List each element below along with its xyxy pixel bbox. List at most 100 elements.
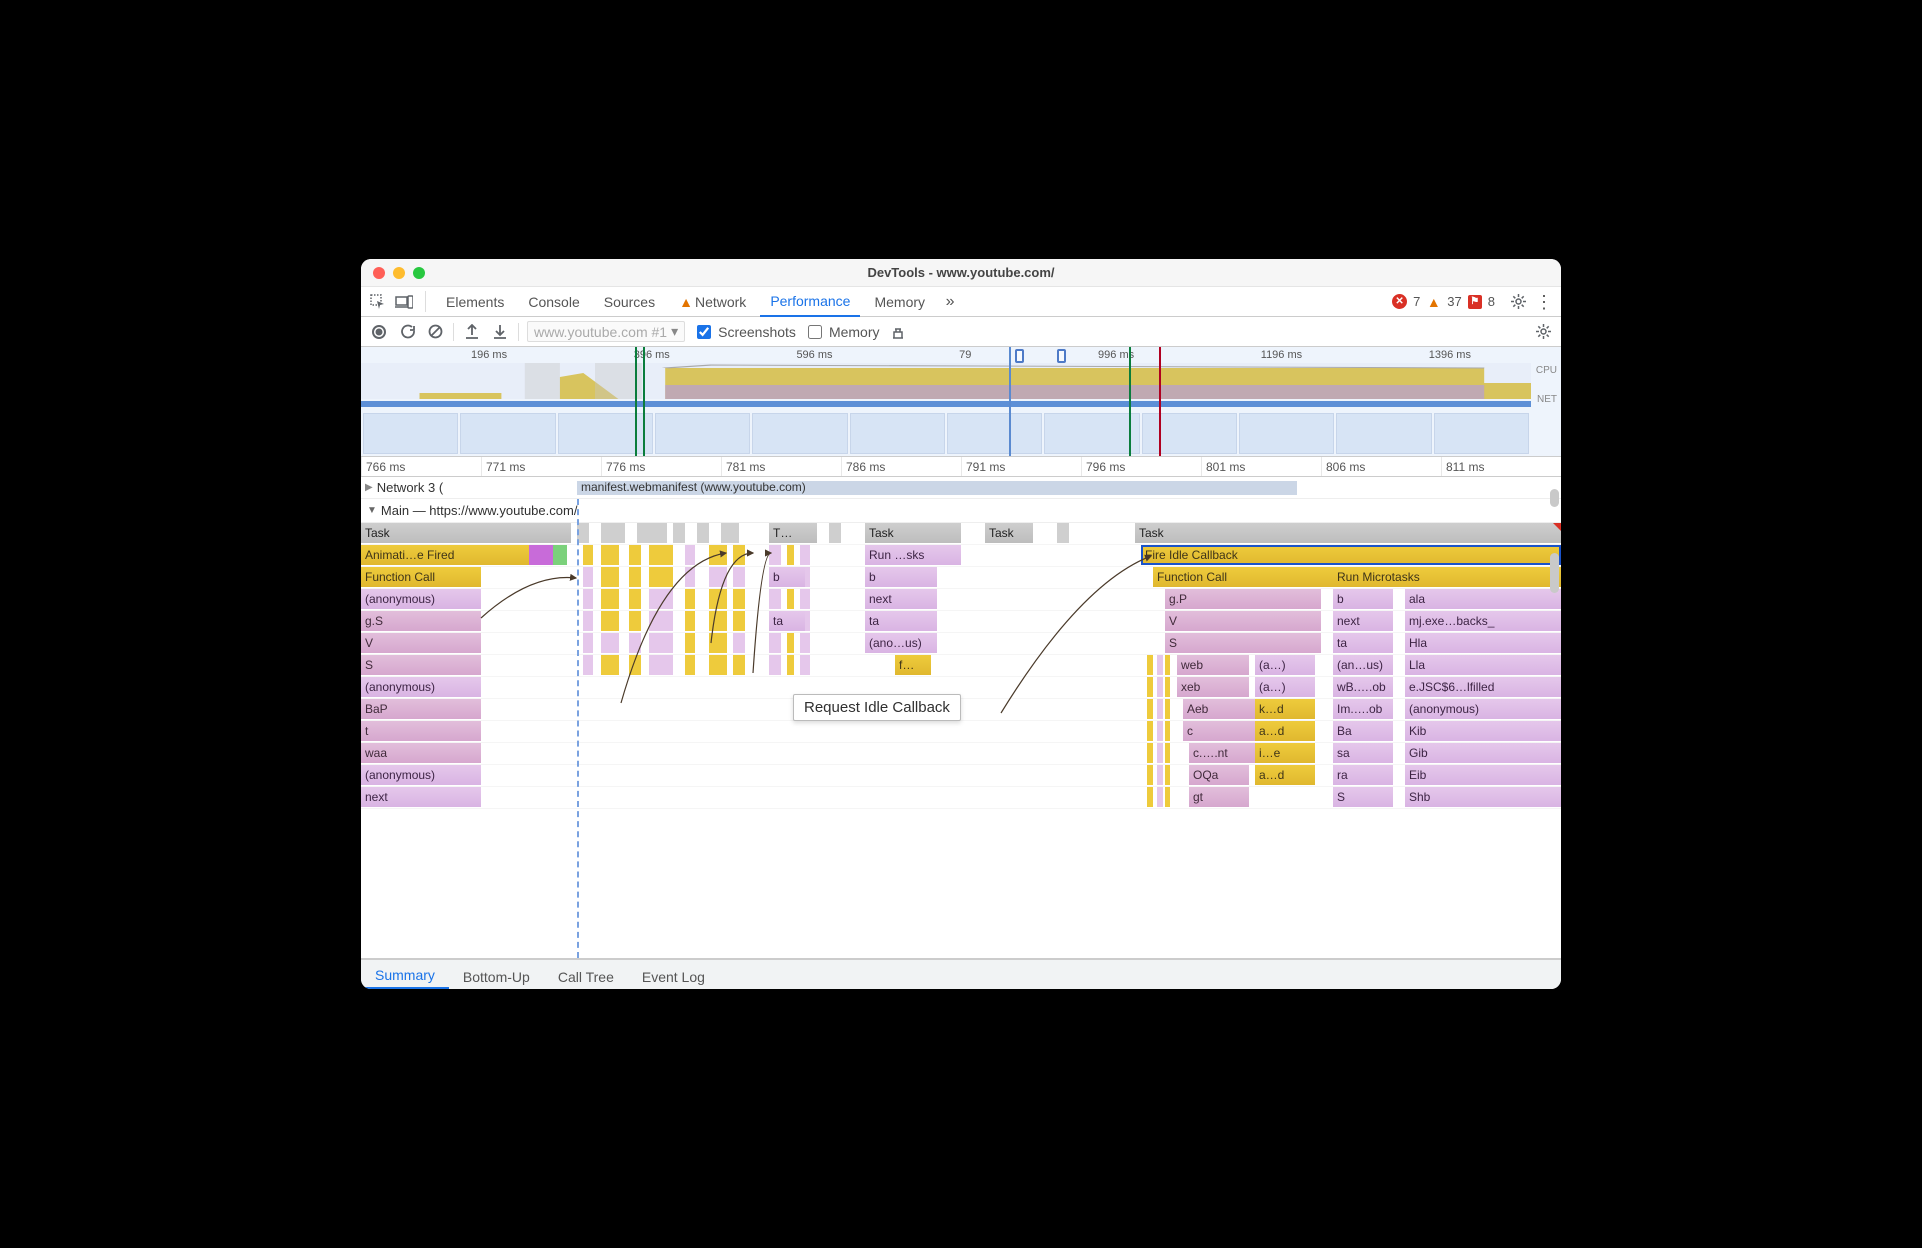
- flame-segment[interactable]: Eib: [1405, 765, 1561, 785]
- network-lane[interactable]: ▶ Network 3 ( manifest.webmanifest (www.…: [361, 477, 1561, 499]
- tab-network[interactable]: ▲ Network: [669, 287, 756, 316]
- flame-segment[interactable]: Lla: [1405, 655, 1561, 675]
- flame-segment[interactable]: c.….nt: [1189, 743, 1261, 763]
- flame-segment[interactable]: ta: [769, 611, 805, 631]
- flame-segment[interactable]: (anonymous): [361, 589, 481, 609]
- flame-segment[interactable]: Function Call: [1153, 567, 1333, 587]
- flame-segment[interactable]: [553, 545, 567, 565]
- inspect-icon[interactable]: [367, 291, 389, 313]
- flame-segment[interactable]: wB.….ob: [1333, 677, 1393, 697]
- flame-segment[interactable]: Ba: [1333, 721, 1393, 741]
- download-icon[interactable]: [490, 322, 510, 342]
- task-bar[interactable]: Task: [361, 523, 571, 543]
- flame-segment[interactable]: b: [1333, 589, 1393, 609]
- overview-timeline[interactable]: 196 ms 396 ms 596 ms 79 996 ms 1196 ms 1…: [361, 347, 1561, 457]
- flame-segment[interactable]: k…d: [1255, 699, 1315, 719]
- flame-segment[interactable]: Animati…e Fired: [361, 545, 529, 565]
- flame-segment[interactable]: (a…): [1255, 655, 1315, 675]
- flame-segment[interactable]: sa: [1333, 743, 1393, 763]
- tab-call-tree[interactable]: Call Tree: [544, 964, 628, 989]
- task-bar[interactable]: Task: [985, 523, 1033, 543]
- minimize-icon[interactable]: [393, 267, 405, 279]
- memory-checkbox[interactable]: Memory: [804, 322, 880, 342]
- flame-segment[interactable]: f…: [895, 655, 931, 675]
- expand-arrow-icon[interactable]: ▶: [365, 482, 373, 493]
- main-flame[interactable]: ▼ Main — https://www.youtube.com/ Task T…: [361, 499, 1561, 959]
- flame-segment[interactable]: (anonymous): [1405, 699, 1561, 719]
- flame-segment[interactable]: Fire Idle Callback: [1141, 545, 1561, 565]
- clear-icon[interactable]: [425, 322, 445, 342]
- range-handle-right[interactable]: [1057, 349, 1066, 363]
- flame-segment[interactable]: xeb: [1177, 677, 1249, 697]
- flame-segment[interactable]: c: [1183, 721, 1255, 741]
- close-icon[interactable]: [373, 267, 385, 279]
- flame-segment[interactable]: (ano…us): [865, 633, 937, 653]
- screenshots-checkbox-input[interactable]: [697, 325, 711, 339]
- flame-segment[interactable]: [529, 545, 553, 565]
- more-tabs-icon[interactable]: »: [939, 291, 961, 313]
- flame-segment[interactable]: S: [361, 655, 481, 675]
- flame-segment[interactable]: Gib: [1405, 743, 1561, 763]
- flame-segment[interactable]: OQa: [1189, 765, 1249, 785]
- flame-segment[interactable]: web: [1177, 655, 1249, 675]
- flame-segment[interactable]: Kib: [1405, 721, 1561, 741]
- panel-settings-icon[interactable]: [1533, 322, 1553, 342]
- flame-segment[interactable]: (anonymous): [361, 765, 481, 785]
- flame-segment[interactable]: next: [361, 787, 481, 807]
- flame-segment[interactable]: V: [361, 633, 481, 653]
- flame-segment[interactable]: next: [1333, 611, 1393, 631]
- target-select[interactable]: www.youtube.com #1 ▾: [527, 321, 685, 342]
- memory-checkbox-input[interactable]: [808, 325, 822, 339]
- flame-segment[interactable]: mj.exe…backs_: [1405, 611, 1561, 631]
- range-handle-left[interactable]: [1015, 349, 1024, 363]
- task-bar[interactable]: T…: [769, 523, 817, 543]
- flame-segment[interactable]: b: [769, 567, 805, 587]
- flame-segment[interactable]: ta: [1333, 633, 1393, 653]
- tab-summary[interactable]: Summary: [361, 962, 449, 989]
- flame-segment[interactable]: e.JSC$6…lfilled: [1405, 677, 1561, 697]
- gear-icon[interactable]: [1507, 291, 1529, 313]
- flame-segment[interactable]: V: [1165, 611, 1321, 631]
- flame-segment[interactable]: gt: [1189, 787, 1249, 807]
- flame-segment[interactable]: a…d: [1255, 765, 1315, 785]
- flame-segment[interactable]: (anonymous): [361, 677, 481, 697]
- scrollbar-thumb[interactable]: [1550, 553, 1559, 593]
- flame-segment[interactable]: BaP: [361, 699, 481, 719]
- flame-segment[interactable]: Aeb: [1183, 699, 1255, 719]
- gc-icon[interactable]: [888, 322, 908, 342]
- task-bar[interactable]: Task: [865, 523, 961, 543]
- tab-performance[interactable]: Performance: [760, 288, 860, 317]
- flame-segment[interactable]: g.P: [1165, 589, 1321, 609]
- tab-bottom-up[interactable]: Bottom-Up: [449, 964, 544, 989]
- flame-segment[interactable]: ala: [1405, 589, 1561, 609]
- flame-segment[interactable]: Im.….ob: [1333, 699, 1393, 719]
- flame-segment[interactable]: t: [361, 721, 481, 741]
- upload-icon[interactable]: [462, 322, 482, 342]
- flame-segment[interactable]: (a…): [1255, 677, 1315, 697]
- flame-segment[interactable]: g.S: [361, 611, 481, 631]
- tab-elements[interactable]: Elements: [436, 287, 514, 316]
- flame-segment[interactable]: S: [1333, 787, 1393, 807]
- tab-sources[interactable]: Sources: [594, 287, 665, 316]
- problem-counts[interactable]: ✕7 ▲37 ⚑8: [1392, 294, 1495, 309]
- detail-ruler[interactable]: 766 ms 771 ms 776 ms 781 ms 786 ms 791 m…: [361, 457, 1561, 477]
- flame-segment[interactable]: Function Call: [361, 567, 481, 587]
- flame-segment[interactable]: waa: [361, 743, 481, 763]
- device-icon[interactable]: [393, 291, 415, 313]
- reload-icon[interactable]: [397, 322, 417, 342]
- flame-segment[interactable]: S: [1165, 633, 1321, 653]
- flame-segment[interactable]: Shb: [1405, 787, 1561, 807]
- main-thread-header[interactable]: ▼ Main — https://www.youtube.com/: [361, 499, 1561, 523]
- flame-segment[interactable]: Hla: [1405, 633, 1561, 653]
- scrollbar-thumb[interactable]: [1550, 489, 1559, 507]
- record-icon[interactable]: [369, 322, 389, 342]
- network-request-bar[interactable]: manifest.webmanifest (www.youtube.com): [577, 481, 1297, 495]
- flame-segment[interactable]: ra: [1333, 765, 1393, 785]
- flame-segment[interactable]: Run …sks: [865, 545, 961, 565]
- tab-console[interactable]: Console: [518, 287, 589, 316]
- flame-segment[interactable]: b: [865, 567, 937, 587]
- flame-segment[interactable]: i…e: [1255, 743, 1315, 763]
- collapse-arrow-icon[interactable]: ▼: [367, 505, 377, 516]
- kebab-icon[interactable]: ⋮: [1533, 291, 1555, 313]
- flame-segment[interactable]: ta: [865, 611, 937, 631]
